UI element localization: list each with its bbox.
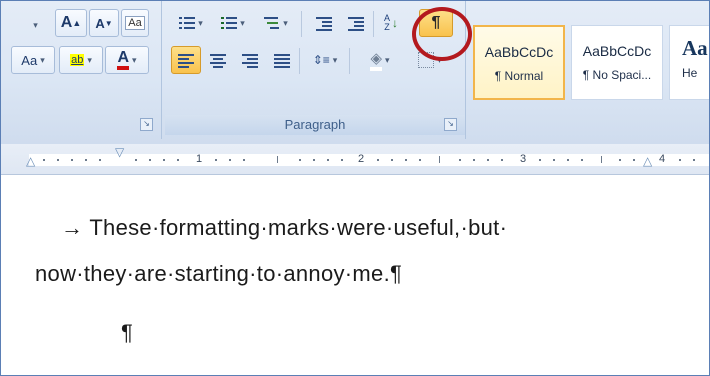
- paragraph-group-label: Paragraph: [165, 115, 465, 135]
- shading-button[interactable]: ◈ ▾: [355, 46, 405, 74]
- align-left-button[interactable]: [171, 46, 201, 74]
- decrease-indent-icon: [316, 16, 332, 31]
- paint-bucket-icon: ◈: [370, 49, 382, 71]
- font-group: ▾ A ▲ A ▼ Aa Aa ▾ ab ▾ A ▾ ↘: [1, 1, 162, 139]
- document-page[interactable]: → These·formatting·marks·were·useful,·bu…: [1, 175, 709, 375]
- document-line-2: now·they·are·starting·to·annoy·me.¶: [35, 261, 403, 286]
- line-spacing-button[interactable]: ⇕≡ ▾: [303, 46, 347, 74]
- separator: [373, 11, 374, 37]
- style-sample: Aa: [682, 36, 708, 60]
- change-case-label: Aa: [21, 52, 38, 68]
- ruler-number: 4: [659, 153, 666, 165]
- style-sample: AaBbCcDc: [582, 43, 652, 59]
- separator: [301, 11, 302, 37]
- justify-icon: [274, 53, 290, 68]
- align-right-button[interactable]: [235, 46, 265, 74]
- grow-font-label: A: [60, 14, 73, 31]
- style-normal[interactable]: AaBbCcDc ¶ Normal: [473, 25, 565, 100]
- pilcrow-icon: ¶: [431, 14, 441, 31]
- style-sample: AaBbCcDc: [484, 44, 554, 60]
- font-color-button[interactable]: A ▾: [105, 46, 149, 74]
- clear-formatting-icon: Aa: [125, 16, 145, 30]
- multilevel-list-icon: [264, 16, 280, 30]
- ribbon: ▾ A ▲ A ▼ Aa Aa ▾ ab ▾ A ▾ ↘ ▾ ▾ ▾ A Z ↓…: [1, 1, 709, 145]
- sort-icon: A Z: [383, 13, 390, 32]
- borders-button[interactable]: ▾: [407, 46, 453, 74]
- left-indent-marker-icon[interactable]: △: [26, 154, 35, 168]
- highlight-sample: ab: [70, 54, 85, 66]
- align-left-icon: [178, 53, 194, 68]
- bullets-icon: [179, 16, 196, 30]
- styles-gallery: AaBbCcDc ¶ Normal AaBbCcDc ¶ No Spaci...…: [467, 1, 709, 139]
- ruler-number: 3: [520, 153, 527, 165]
- line-spacing-icon: ⇕≡: [312, 53, 330, 67]
- word-window: ▾ A ▲ A ▼ Aa Aa ▾ ab ▾ A ▾ ↘ ▾ ▾ ▾ A Z ↓…: [0, 0, 710, 376]
- ruler[interactable]: △ ▽ △ 1 2 3 4: [1, 144, 709, 175]
- first-line-indent-marker-icon[interactable]: ▽: [115, 145, 124, 159]
- shrink-font-label: A: [95, 15, 105, 31]
- change-case-button[interactable]: Aa ▾: [11, 46, 55, 74]
- increase-indent-button[interactable]: [341, 9, 371, 37]
- style-name: ¶ No Spaci...: [582, 68, 652, 82]
- style-name: ¶ Normal: [494, 69, 544, 83]
- clear-formatting-button[interactable]: Aa: [121, 9, 149, 37]
- style-name: He: [682, 66, 698, 80]
- show-hide-formatting-button[interactable]: ¶: [419, 9, 453, 37]
- separator: [299, 48, 300, 74]
- ruler-number: 1: [196, 153, 203, 165]
- ruler-strip: △ ▽ △ 1 2 3 4: [26, 145, 709, 168]
- increase-indent-icon: [348, 16, 364, 31]
- font-size-dropdown-icon[interactable]: ▾: [27, 11, 41, 39]
- bullets-button[interactable]: ▾: [171, 9, 211, 37]
- document-line-3: ¶: [121, 320, 134, 345]
- grow-font-button[interactable]: A ▲: [55, 9, 87, 37]
- justify-button[interactable]: [267, 46, 297, 74]
- center-button[interactable]: [203, 46, 233, 74]
- document-line-1: → These·formatting·marks·were·useful,·bu…: [61, 215, 508, 240]
- paragraph-dialog-launcher-icon[interactable]: ↘: [444, 118, 457, 131]
- numbering-button[interactable]: ▾: [213, 9, 253, 37]
- separator: [349, 48, 350, 74]
- text-highlight-button[interactable]: ab ▾: [59, 46, 103, 74]
- align-right-icon: [242, 53, 258, 68]
- style-heading[interactable]: Aa He: [669, 25, 709, 100]
- shrink-font-button[interactable]: A ▼: [89, 9, 119, 37]
- sort-button[interactable]: A Z ↓: [377, 9, 403, 37]
- font-dialog-launcher-icon[interactable]: ↘: [140, 118, 153, 131]
- right-indent-marker-icon[interactable]: △: [643, 154, 652, 168]
- font-color-sample: A: [117, 50, 130, 70]
- decrease-indent-button[interactable]: [309, 9, 339, 37]
- borders-icon: [418, 52, 435, 68]
- center-align-icon: [210, 53, 226, 68]
- multilevel-list-button[interactable]: ▾: [255, 9, 297, 37]
- numbering-icon: [221, 16, 238, 30]
- paragraph-group: ▾ ▾ ▾ A Z ↓ ¶ ⇕≡ ▾ ◈ ▾ ▾ Paragraph ↘: [165, 1, 466, 139]
- style-no-spacing[interactable]: AaBbCcDc ¶ No Spaci...: [571, 25, 663, 100]
- ruler-number: 2: [358, 153, 365, 165]
